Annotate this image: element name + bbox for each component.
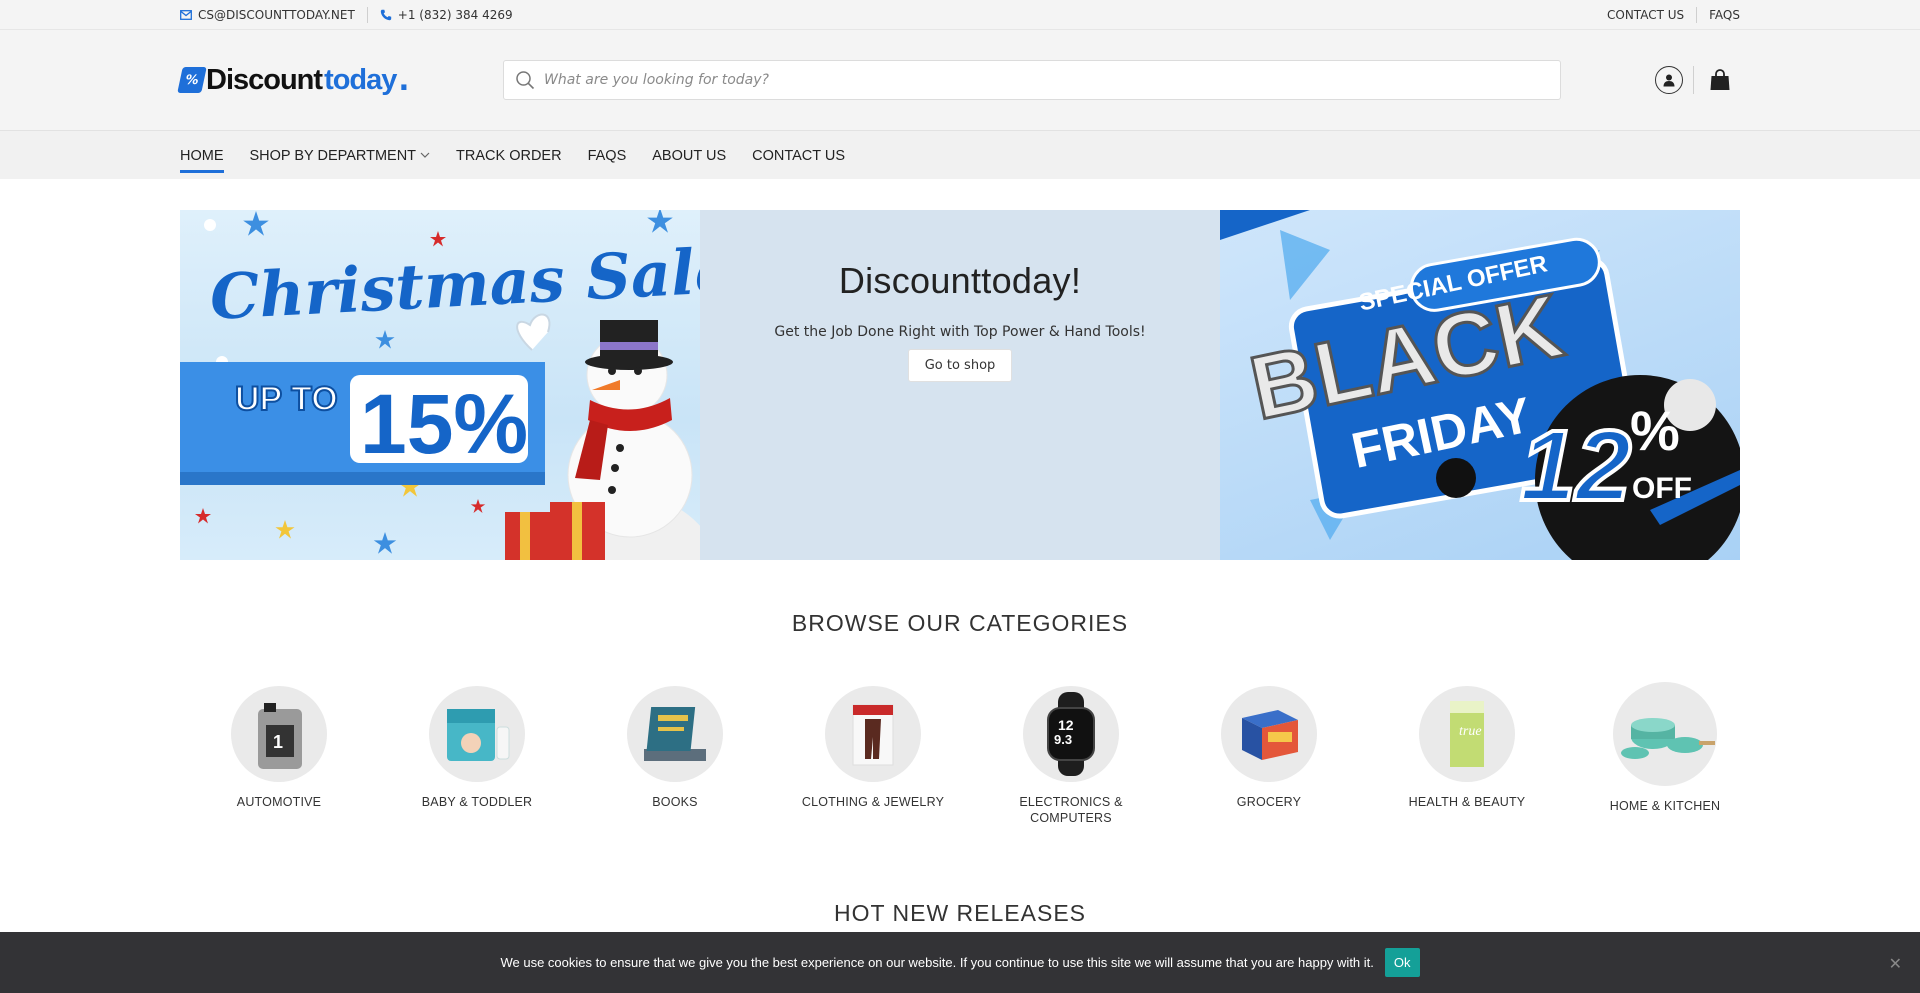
phone-text: +1 (832) 384 4269 xyxy=(397,8,513,22)
nav-shop-label: SHOP BY DEPARTMENT xyxy=(249,147,417,164)
cookie-banner: We use cookies to ensure that we give yo… xyxy=(0,932,1920,993)
cookie-ok-button[interactable]: Ok xyxy=(1384,948,1420,977)
category-home-kitchen[interactable]: HOME & KITCHEN xyxy=(1566,682,1764,814)
hero-subtitle: Get the Job Done Right with Top Power & … xyxy=(774,324,1146,340)
supplement-box-icon: true xyxy=(1450,701,1484,767)
nav-shop-by-department[interactable]: SHOP BY DEPARTMENT xyxy=(250,131,431,180)
nav-contact-us[interactable]: CONTACT US xyxy=(752,131,845,180)
email-text: CS@DISCOUNTTODAY.NET xyxy=(198,8,355,22)
nav-track-label: TRACK ORDER xyxy=(456,147,562,164)
books-icon xyxy=(644,707,706,761)
category-label: GROCERY xyxy=(1236,795,1302,809)
hero-banner: Christmas Sale UP TO 15% Discounttoday! … xyxy=(180,210,1740,560)
account-button[interactable] xyxy=(1655,66,1683,94)
category-baby-toddler[interactable]: BABY & TODDLER xyxy=(378,686,576,810)
category-image xyxy=(1613,682,1717,786)
svg-text:12: 12 xyxy=(1520,410,1631,522)
category-label: BOOKS xyxy=(652,795,698,809)
category-image: 12 9.3 xyxy=(1023,686,1119,782)
clothing-icon xyxy=(852,704,894,766)
cart-button[interactable] xyxy=(1708,68,1732,92)
category-books[interactable]: BOOKS xyxy=(576,686,774,810)
category-grocery[interactable]: GROCERY xyxy=(1170,686,1368,810)
category-label: BABY & TODDLER xyxy=(421,795,533,809)
svg-text:%: % xyxy=(1630,399,1680,462)
site-logo[interactable]: % Discount today. xyxy=(177,63,410,97)
logo-dot: . xyxy=(398,63,410,97)
cookie-message: We use cookies to ensure that we give yo… xyxy=(500,955,1374,970)
smartwatch-icon: 129.3 xyxy=(1047,692,1095,776)
nav-faqs-label: FAQS xyxy=(587,147,627,164)
nav-home-label: HOME xyxy=(180,147,224,164)
nav-about-label: ABOUT US xyxy=(652,147,727,164)
svg-text:Christmas Sale: Christmas Sale xyxy=(208,234,700,334)
grocery-box-icon xyxy=(1242,710,1298,760)
logo-tag-icon: % xyxy=(177,67,207,93)
nav-track-order[interactable]: TRACK ORDER xyxy=(456,131,562,180)
site-header: % Discount today. xyxy=(0,30,1920,130)
category-health-beauty[interactable]: true HEALTH & BEAUTY xyxy=(1368,686,1566,810)
category-label: HOME & KITCHEN xyxy=(1609,799,1721,813)
nav-about-us[interactable]: ABOUT US xyxy=(652,131,726,180)
categories-list: 1 AUTOMOTIVE BABY & TODDLER BOOKS CLOTHI… xyxy=(180,682,1740,836)
christmas-sale-banner[interactable]: Christmas Sale UP TO 15% xyxy=(180,210,700,560)
email-link[interactable]: CS@DISCOUNTTODAY.NET xyxy=(180,7,367,23)
topbar-contact-link[interactable]: CONTACT US xyxy=(1607,7,1696,23)
svg-text:12: 12 xyxy=(1058,717,1074,733)
category-image: true xyxy=(1419,686,1515,782)
category-automotive[interactable]: 1 AUTOMOTIVE xyxy=(180,686,378,810)
phone-icon xyxy=(380,9,391,21)
topbar-faqs-label: FAQS xyxy=(1709,8,1740,22)
search-box xyxy=(503,60,1561,100)
hero-title: Discounttoday! xyxy=(838,260,1082,301)
envelope-icon xyxy=(180,10,192,20)
topbar-contact-label: CONTACT US xyxy=(1607,8,1685,22)
category-image xyxy=(627,686,723,782)
category-electronics-computers[interactable]: 12 9.3 ELECTRONICS & COMPUTERS xyxy=(972,686,1170,826)
phone-link[interactable]: +1 (832) 384 4269 xyxy=(368,7,525,23)
category-label: HEALTH & BEAUTY xyxy=(1408,795,1526,809)
svg-text:true: true xyxy=(1459,724,1482,739)
category-image xyxy=(825,686,921,782)
category-clothing-jewelry[interactable]: CLOTHING & JEWELRY xyxy=(774,686,972,810)
top-bar: CS@DISCOUNTTODAY.NET +1 (832) 384 4269 C… xyxy=(0,0,1920,30)
logo-text-discount: Discount xyxy=(206,63,323,96)
close-icon[interactable]: ✕ xyxy=(1889,954,1902,974)
category-image xyxy=(429,686,525,782)
divider xyxy=(1693,66,1694,94)
search-input[interactable] xyxy=(544,72,1560,88)
category-label: ELECTRONICS & COMPUTERS xyxy=(1019,795,1123,825)
svg-text:1: 1 xyxy=(273,732,283,752)
black-friday-banner[interactable]: SPECIAL OFFER BLACK FRIDAY 12 % OFF xyxy=(1220,210,1740,560)
svg-text:OFF: OFF xyxy=(1632,472,1692,505)
nav-faqs[interactable]: FAQS xyxy=(588,131,627,180)
christmas-illustration: Christmas Sale UP TO 15% xyxy=(180,210,700,560)
categories-title: BROWSE OUR CATEGORIES xyxy=(791,610,1129,636)
nav-contact-label: CONTACT US xyxy=(752,147,846,164)
diapers-icon xyxy=(447,709,510,761)
go-to-shop-button[interactable]: Go to shop xyxy=(907,349,1013,382)
main-nav: HOME SHOP BY DEPARTMENT TRACK ORDER FAQS… xyxy=(0,130,1920,179)
logo-text-today: today xyxy=(324,63,397,96)
svg-text:15%: 15% xyxy=(360,377,528,471)
chevron-down-icon xyxy=(420,150,430,161)
black-friday-illustration: SPECIAL OFFER BLACK FRIDAY 12 % OFF xyxy=(1220,210,1740,560)
cookware-icon xyxy=(1621,718,1715,759)
hot-new-releases-title: HOT NEW RELEASES xyxy=(833,900,1087,926)
search-icon[interactable] xyxy=(514,69,536,91)
svg-text:UP TO: UP TO xyxy=(235,380,338,418)
motor-oil-icon: 1 xyxy=(258,703,302,769)
svg-text:9.3: 9.3 xyxy=(1054,732,1072,747)
topbar-faqs-link[interactable]: FAQS xyxy=(1697,7,1740,23)
nav-home[interactable]: HOME xyxy=(180,131,224,180)
hero-promo-panel: Discounttoday! Get the Job Done Right wi… xyxy=(700,210,1220,560)
category-image: 1 xyxy=(231,686,327,782)
shopping-bag-icon xyxy=(1710,69,1730,90)
category-image xyxy=(1221,686,1317,782)
user-icon xyxy=(1663,74,1675,87)
category-label: CLOTHING & JEWELRY xyxy=(801,795,945,809)
category-label: AUTOMOTIVE xyxy=(236,795,322,809)
